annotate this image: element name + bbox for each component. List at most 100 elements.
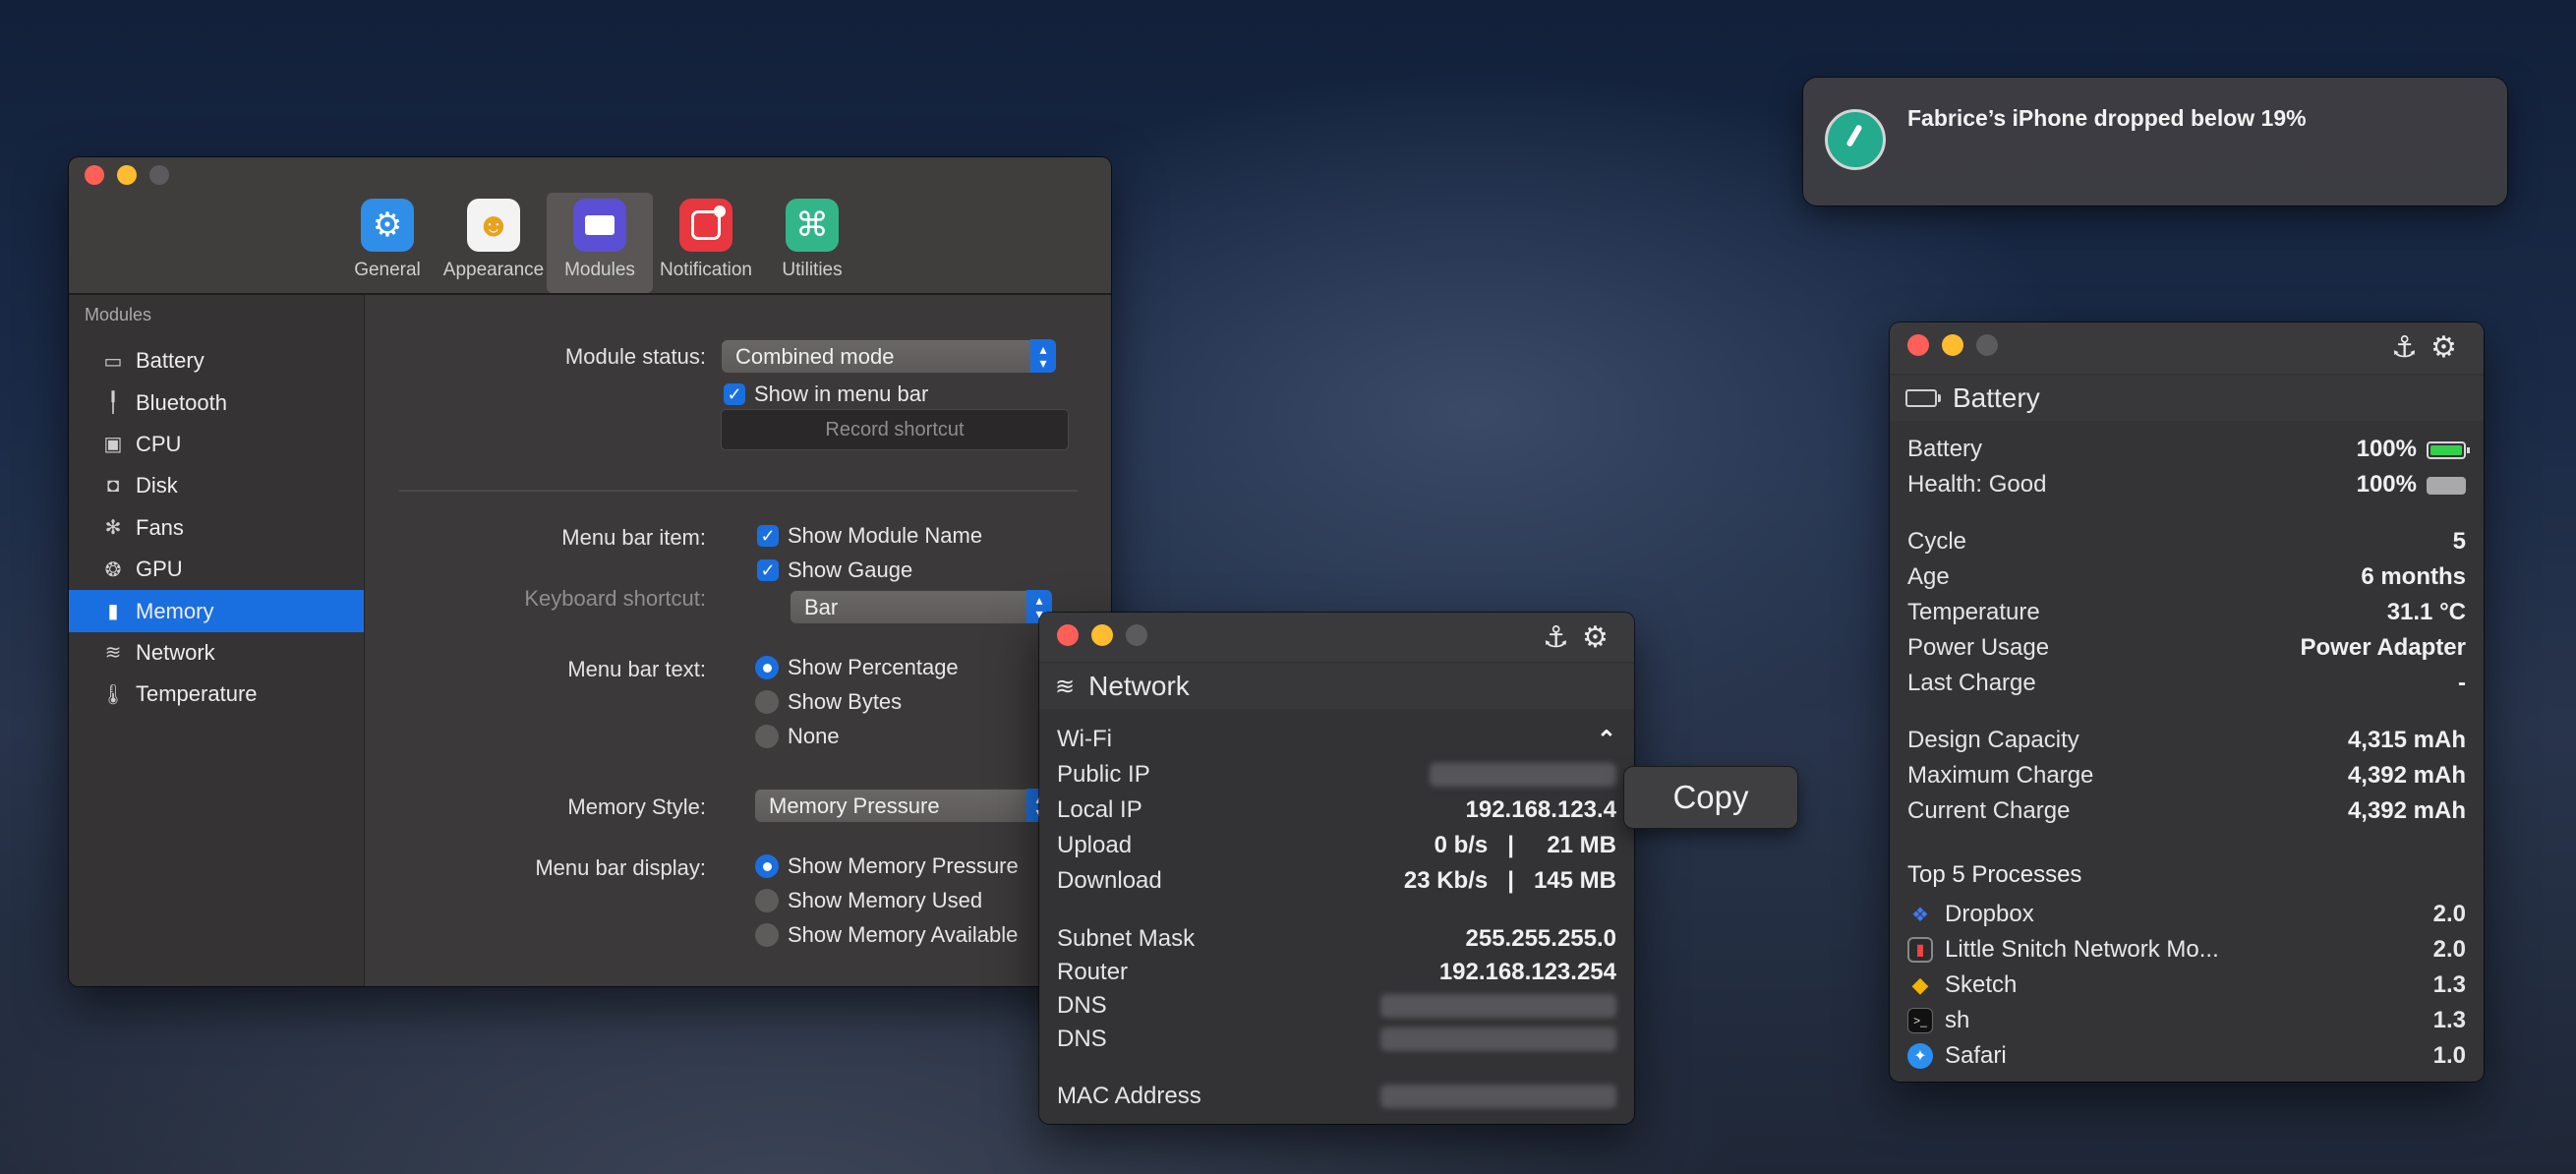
download-row: Download 23 Kb/s | 145 MB bbox=[1057, 864, 1616, 898]
radio-icon bbox=[755, 690, 779, 714]
checkmark-icon: ✓ bbox=[757, 525, 779, 547]
modules-icon bbox=[573, 199, 626, 252]
zoom-button[interactable] bbox=[149, 165, 169, 185]
sidebar-item-battery[interactable]: ▭ Battery bbox=[69, 340, 364, 382]
process-value: 2.0 bbox=[2432, 901, 2466, 927]
process-row[interactable]: ▮ Little Snitch Network Mo... 2.0 bbox=[1907, 933, 2466, 967]
local-ip-row[interactable]: Local IP 192.168.123.4 bbox=[1057, 793, 1616, 827]
radio-selected-icon bbox=[755, 656, 779, 679]
row-label: Last Charge bbox=[1907, 670, 2036, 696]
tab-general[interactable]: ⚙ General bbox=[334, 193, 440, 293]
current-charge-row: Current Charge 4,392 mAh bbox=[1907, 794, 2466, 828]
gauge-style-select[interactable]: Bar ▴▾ bbox=[790, 590, 1052, 623]
sketch-icon: ◆ bbox=[1911, 972, 1929, 997]
toolbar: ⚙ General ☻ Appearance Modules Notificat… bbox=[69, 157, 1111, 295]
minimize-button[interactable] bbox=[117, 165, 137, 185]
zoom-button[interactable] bbox=[1126, 624, 1147, 646]
design-capacity-row: Design Capacity 4,315 mAh bbox=[1907, 724, 2466, 757]
sidebar-item-network[interactable]: ≋ Network bbox=[69, 632, 364, 674]
show-memory-pressure-radio[interactable]: Show Memory Pressure bbox=[755, 853, 1019, 879]
show-percentage-radio[interactable]: Show Percentage bbox=[755, 655, 959, 680]
copy-menu-item[interactable]: Copy bbox=[1624, 767, 1797, 828]
sidebar-item-disk[interactable]: ◘ Disk bbox=[69, 465, 364, 506]
radio-label: None bbox=[788, 724, 840, 748]
dns-row: DNS bbox=[1057, 1023, 1616, 1056]
record-shortcut-field[interactable]: Record shortcut bbox=[721, 409, 1069, 450]
airpods-icon: ╿ bbox=[106, 392, 120, 415]
health-gauge-icon bbox=[2427, 476, 2466, 495]
thermometer-icon: 🌡︎ bbox=[100, 683, 126, 706]
divider bbox=[399, 490, 1078, 492]
row-value: 0 b/s | 21 MB bbox=[1434, 832, 1616, 858]
row-value: 23 Kb/s | 145 MB bbox=[1403, 867, 1616, 894]
little-snitch-icon: ▮ bbox=[1907, 937, 1933, 963]
public-ip-row[interactable]: Public IP bbox=[1057, 758, 1616, 792]
sidebar-item-bluetooth[interactable]: ╿ Bluetooth bbox=[69, 382, 364, 423]
show-bytes-radio[interactable]: Show Bytes bbox=[755, 689, 902, 715]
radio-label: Show Memory Used bbox=[788, 888, 983, 912]
module-status-label: Module status: bbox=[564, 344, 706, 369]
notification-banner[interactable]: Fabrice’s iPhone dropped below 19% bbox=[1803, 78, 2507, 205]
tab-notification[interactable]: Notification bbox=[653, 193, 759, 293]
process-row[interactable]: ◆ Sketch 1.3 bbox=[1907, 969, 2466, 1002]
anchor-icon[interactable]: ⚓︎ bbox=[1543, 620, 1569, 655]
show-gauge-checkbox[interactable]: ✓ Show Gauge bbox=[757, 558, 912, 583]
battery-icon: ▭ bbox=[103, 350, 123, 373]
sidebar-item-gpu[interactable]: ❂ GPU bbox=[69, 549, 364, 590]
top-processes-heading: Top 5 Processes bbox=[1907, 861, 2082, 888]
redacted-value bbox=[1380, 994, 1616, 1018]
sidebar-item-label: Bluetooth bbox=[136, 389, 227, 415]
terminal-icon: >_ bbox=[1907, 1008, 1933, 1033]
zoom-button[interactable] bbox=[1976, 334, 1998, 356]
module-status-select[interactable]: Combined mode ▴ ▾ bbox=[722, 339, 1056, 373]
show-in-menu-bar-checkbox[interactable]: ✓ Show in menu bar bbox=[724, 382, 928, 407]
window-header: ⚓︎ ⚙ bbox=[1890, 323, 2484, 374]
battery-title-bar: Battery bbox=[1890, 376, 2484, 421]
row-value: Power Adapter bbox=[2300, 634, 2466, 661]
sidebar-item-label: Network bbox=[136, 639, 215, 665]
tab-modules[interactable]: Modules bbox=[547, 193, 653, 293]
row-label: DNS bbox=[1057, 1026, 1107, 1052]
sidebar-item-cpu[interactable]: ▣ CPU bbox=[69, 424, 364, 465]
sidebar-item-memory[interactable]: ▮ Memory bbox=[69, 590, 364, 632]
battery-gauge-icon bbox=[2427, 440, 2470, 459]
process-row[interactable]: ❖ Dropbox 2.0 bbox=[1907, 898, 2466, 931]
process-row[interactable]: ✦ Safari 1.0 bbox=[1907, 1039, 2466, 1073]
close-button[interactable] bbox=[85, 165, 104, 185]
mac-address-row: MAC Address bbox=[1057, 1080, 1616, 1113]
sidebar-item-fans[interactable]: ✻ Fans bbox=[69, 507, 364, 549]
tab-utilities[interactable]: ⌘ Utilities bbox=[759, 193, 865, 293]
close-button[interactable] bbox=[1907, 334, 1929, 356]
row-label: Cycle bbox=[1907, 528, 1967, 555]
minimize-button[interactable] bbox=[1091, 624, 1113, 646]
memory-style-select[interactable]: Memory Pressure ▴▾ bbox=[755, 789, 1052, 822]
network-title: Network bbox=[1088, 671, 1190, 701]
tab-appearance[interactable]: ☻ Appearance bbox=[440, 193, 547, 293]
radio-label: Show Memory Pressure bbox=[788, 853, 1019, 878]
redacted-value bbox=[1380, 1085, 1616, 1108]
row-value: 192.168.123.4 bbox=[1465, 796, 1616, 823]
safari-icon: ✦ bbox=[1907, 1043, 1933, 1069]
notification-message: Fabrice’s iPhone dropped below 19% bbox=[1907, 105, 2307, 131]
show-memory-available-radio[interactable]: Show Memory Available bbox=[755, 922, 1018, 948]
show-module-name-checkbox[interactable]: ✓ Show Module Name bbox=[757, 523, 982, 549]
process-value: 1.3 bbox=[2432, 971, 2466, 998]
checkmark-icon: ✓ bbox=[757, 559, 779, 581]
process-name: sh bbox=[1945, 1007, 1970, 1033]
process-row[interactable]: >_ sh 1.3 bbox=[1907, 1004, 2466, 1037]
gear-icon[interactable]: ⚙ bbox=[2430, 330, 2457, 365]
sidebar-item-temperature[interactable]: 🌡︎ Temperature bbox=[69, 674, 364, 715]
anchor-icon[interactable]: ⚓︎ bbox=[2391, 330, 2418, 365]
minimize-button[interactable] bbox=[1942, 334, 1963, 356]
none-radio[interactable]: None bbox=[755, 724, 840, 749]
show-memory-used-radio[interactable]: Show Memory Used bbox=[755, 888, 982, 913]
gear-icon[interactable]: ⚙ bbox=[1582, 620, 1609, 655]
chevron-updown-icon[interactable]: ⌃ bbox=[1597, 726, 1616, 754]
battery-level-row: Battery 100% bbox=[1907, 433, 2470, 466]
wifi-row[interactable]: Wi-Fi ⌃ bbox=[1057, 723, 1616, 756]
gear-icon: ⚙ bbox=[361, 199, 414, 252]
close-button[interactable] bbox=[1057, 624, 1079, 646]
row-label: Maximum Charge bbox=[1907, 762, 2094, 789]
preferences-window: ⚙ General ☻ Appearance Modules Notificat… bbox=[69, 157, 1111, 986]
row-value: 100% bbox=[2356, 436, 2417, 462]
